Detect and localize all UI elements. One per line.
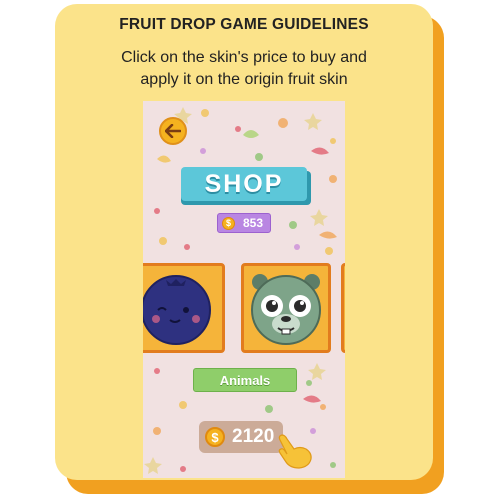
pointing-hand-icon xyxy=(278,434,312,469)
card-title: FRUIT DROP GAME GUIDELINES xyxy=(119,16,369,33)
card-subtitle: Click on the skin's price to buy and app… xyxy=(70,47,418,91)
back-button[interactable] xyxy=(159,117,187,145)
blueberry-icon xyxy=(143,275,211,345)
coin-icon: $ xyxy=(222,216,235,230)
category-button[interactable]: Animals xyxy=(193,368,297,392)
game-screen: SHOP $ 853 Animals $ 2120 xyxy=(143,101,345,478)
skin-card-blueberry[interactable] xyxy=(143,263,225,353)
back-arrow-icon xyxy=(165,124,181,138)
coin-balance-value: 853 xyxy=(243,216,264,230)
skin-card-bear[interactable] xyxy=(241,263,331,353)
skin-card-next[interactable] xyxy=(341,263,345,353)
skin-price-button[interactable]: $ 2120 xyxy=(199,421,283,453)
shop-title: SHOP xyxy=(181,167,307,201)
subtitle-line-2: apply it on the origin fruit skin xyxy=(140,71,348,88)
subtitle-line-1: Click on the skin's price to buy and xyxy=(121,49,367,66)
bear-face-icon xyxy=(251,274,321,345)
skin-price-value: 2120 xyxy=(232,426,275,447)
coin-icon: $ xyxy=(205,427,225,447)
coin-balance-badge: $ 853 xyxy=(217,213,271,233)
